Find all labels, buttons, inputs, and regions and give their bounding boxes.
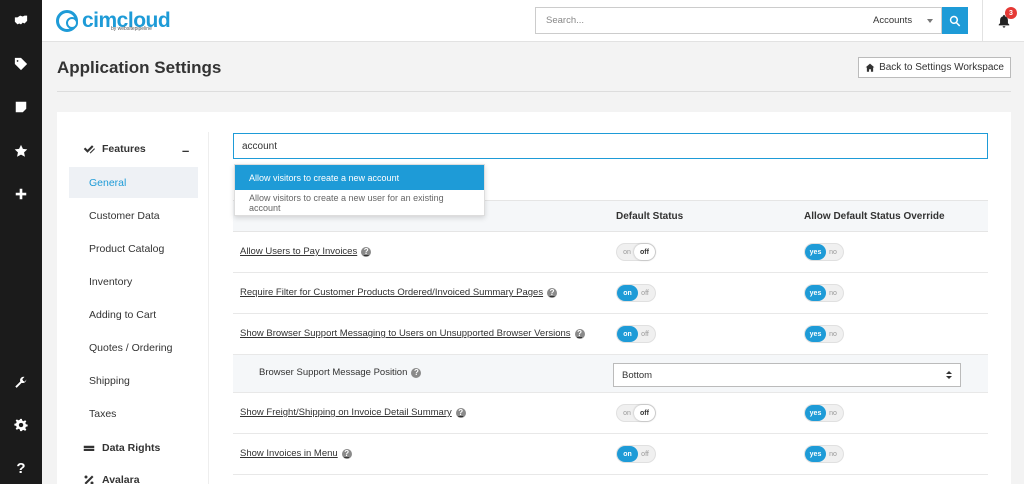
autocomplete-item[interactable]: Allow visitors to create a new user for …: [235, 190, 484, 215]
table-row: Show Freight/Shipping on Invoice Detail …: [233, 393, 988, 434]
override-toggle[interactable]: yes no: [804, 325, 844, 343]
table-row: Allow Users to Pay Invoices ? on off yes…: [233, 232, 988, 273]
col-allow-override: Allow Default Status Override: [804, 211, 945, 222]
search-scope-value: Accounts: [873, 15, 913, 26]
search-icon: [949, 15, 961, 26]
setting-label: Browser Support Message Position: [259, 367, 408, 378]
subnav-item-shipping[interactable]: Shipping: [69, 365, 198, 396]
question-icon[interactable]: ?: [0, 454, 42, 482]
settings-filter-input[interactable]: account: [233, 133, 988, 159]
setting-label: Show Freight/Shipping on Invoice Detail …: [240, 407, 452, 418]
toggle-off-knob: off: [634, 244, 655, 260]
search-scope-select[interactable]: Accounts: [865, 7, 942, 34]
autocomplete-item[interactable]: Allow visitors to create a new account: [235, 165, 484, 190]
search-input[interactable]: Search...: [535, 7, 866, 34]
wrench-icon[interactable]: [0, 369, 42, 397]
sticky-note-icon[interactable]: [0, 93, 42, 121]
settings-table: Default Status Allow Default Status Over…: [233, 200, 988, 475]
features-label: Features: [102, 143, 146, 155]
default-status-toggle[interactable]: on off: [616, 284, 656, 302]
chevron-down-icon: [927, 18, 933, 23]
plus-icon[interactable]: [0, 180, 42, 208]
setting-link-invoices-menu[interactable]: Show Invoices in Menu ?: [240, 448, 352, 459]
toggle-off-option: off: [641, 330, 649, 338]
toggle-no-option: no: [829, 330, 837, 338]
table-row: Require Filter for Customer Products Ord…: [233, 273, 988, 314]
default-status-toggle[interactable]: on off: [616, 243, 656, 261]
handshake-icon[interactable]: [0, 6, 42, 34]
setting-label-message-position: Browser Support Message Position ?: [259, 367, 422, 378]
top-bar: cimcloud by websitepipeline Search... Ac…: [42, 0, 1024, 42]
search-button[interactable]: [942, 7, 968, 34]
override-toggle[interactable]: yes no: [804, 404, 844, 422]
setting-label: Allow Users to Pay Invoices: [240, 246, 358, 257]
notifications-button[interactable]: 3: [982, 0, 1024, 42]
notification-badge: 3: [1005, 7, 1017, 19]
help-icon[interactable]: ?: [574, 328, 585, 339]
table-row: Show Browser Support Messaging to Users …: [233, 314, 988, 355]
help-icon[interactable]: ?: [411, 367, 422, 378]
setting-link-browser-support[interactable]: Show Browser Support Messaging to Users …: [240, 328, 585, 339]
setting-label: Require Filter for Customer Products Ord…: [240, 287, 544, 298]
subnav-item-general[interactable]: General: [69, 167, 198, 198]
collapse-icon[interactable]: –: [182, 143, 189, 158]
setting-label: Show Browser Support Messaging to Users …: [240, 328, 571, 339]
col-default-status: Default Status: [616, 211, 684, 222]
help-icon[interactable]: ?: [455, 407, 466, 418]
subnav-item-taxes[interactable]: Taxes: [69, 398, 198, 429]
features-section-header[interactable]: Features: [83, 143, 146, 155]
star-icon[interactable]: [0, 137, 42, 165]
avalara-section-header[interactable]: Avalara: [83, 474, 140, 484]
help-icon[interactable]: ?: [361, 246, 372, 257]
select-value: Bottom: [622, 369, 653, 381]
data-rights-label: Data Rights: [102, 442, 161, 454]
toggle-off-option: off: [641, 450, 649, 458]
table-row: Browser Support Message Position ? Botto…: [233, 355, 988, 393]
subnav-item-customer-data[interactable]: Customer Data: [69, 200, 198, 231]
database-icon: [83, 445, 95, 451]
toggle-no-option: no: [829, 409, 837, 417]
toggle-off-knob: off: [634, 405, 655, 421]
setting-link-freight-shipping[interactable]: Show Freight/Shipping on Invoice Detail …: [240, 407, 466, 418]
override-toggle[interactable]: yes no: [804, 445, 844, 463]
override-toggle[interactable]: yes no: [804, 243, 844, 261]
default-status-toggle[interactable]: on off: [616, 445, 656, 463]
toggle-no-option: no: [829, 248, 837, 256]
message-position-select[interactable]: Bottom: [613, 363, 961, 387]
subnav-divider: [208, 132, 209, 484]
settings-card: Features – General Customer Data Product…: [57, 112, 1011, 484]
back-to-workspace-button[interactable]: Back to Settings Workspace: [858, 57, 1011, 78]
logo-subtitle: by websitepipeline: [111, 26, 152, 32]
default-status-toggle[interactable]: on off: [616, 325, 656, 343]
subnav-item-quotes-ordering[interactable]: Quotes / Ordering: [69, 332, 198, 363]
subnav-item-product-catalog[interactable]: Product Catalog: [69, 233, 198, 264]
tag-icon[interactable]: [0, 50, 42, 78]
setting-label: Show Invoices in Menu: [240, 448, 338, 459]
filter-autocomplete-dropdown: Allow visitors to create a new account A…: [234, 164, 485, 216]
avalara-label: Avalara: [102, 474, 140, 484]
help-icon[interactable]: ?: [547, 287, 558, 298]
override-toggle[interactable]: yes no: [804, 284, 844, 302]
table-row: Show Invoices in Menu ? on off yes no: [233, 434, 988, 475]
logo-mark-icon: [56, 10, 78, 32]
setting-link-pay-invoices[interactable]: Allow Users to Pay Invoices ?: [240, 246, 372, 257]
data-rights-section-header[interactable]: Data Rights: [83, 442, 160, 454]
subnav-item-adding-to-cart[interactable]: Adding to Cart: [69, 299, 198, 330]
default-status-toggle[interactable]: on off: [616, 404, 656, 422]
setting-link-require-filter[interactable]: Require Filter for Customer Products Ord…: [240, 287, 558, 298]
toggle-no-option: no: [829, 289, 837, 297]
toggle-no-option: no: [829, 450, 837, 458]
help-icon[interactable]: ?: [341, 448, 352, 459]
page-title: Application Settings: [57, 58, 222, 77]
updown-arrows-icon: [946, 371, 952, 379]
back-button-label: Back to Settings Workspace: [879, 62, 1004, 73]
left-rail: ?: [0, 0, 42, 484]
gear-icon[interactable]: [0, 411, 42, 439]
toggle-off-option: off: [641, 289, 649, 297]
subnav-item-inventory[interactable]: Inventory: [69, 266, 198, 297]
percent-icon: [84, 475, 94, 484]
double-check-icon: [83, 145, 95, 154]
header-divider: [57, 91, 1011, 92]
home-icon: [865, 63, 875, 72]
